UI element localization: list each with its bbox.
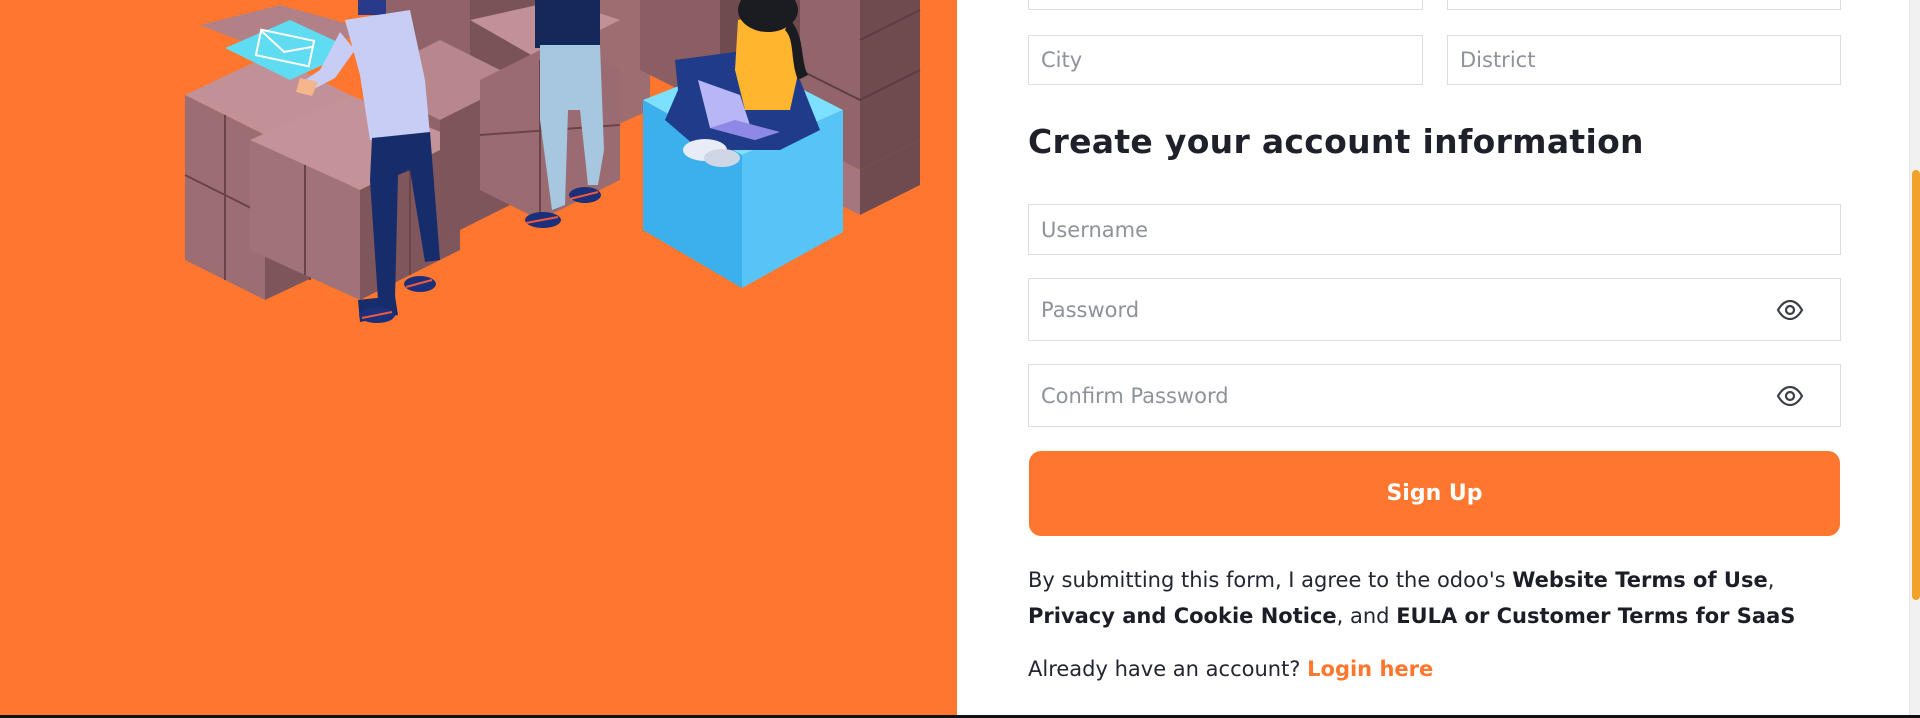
login-prompt-text: Already have an account? xyxy=(1028,657,1308,681)
account-section-title: Create your account information xyxy=(1028,122,1644,161)
address-field-2[interactable] xyxy=(1447,0,1841,10)
sign-up-button[interactable]: Sign Up xyxy=(1029,451,1840,536)
login-link[interactable]: Login here xyxy=(1307,657,1433,681)
scrollbar-thumb[interactable] xyxy=(1912,170,1920,600)
eye-icon xyxy=(1776,300,1804,320)
confirm-password-visibility-toggle[interactable] xyxy=(1773,379,1807,413)
signup-page: Create your account information Sign Up … xyxy=(0,0,1920,715)
eye-icon xyxy=(1776,386,1804,406)
warehouse-illustration xyxy=(184,0,921,323)
password-input[interactable] xyxy=(1028,278,1841,341)
city-input[interactable] xyxy=(1028,35,1423,85)
terms-notice: By submitting this form, I agree to the … xyxy=(1028,562,1858,634)
district-input[interactable] xyxy=(1447,35,1841,85)
terms-prefix: By submitting this form, I agree to the … xyxy=(1028,568,1513,592)
password-visibility-toggle[interactable] xyxy=(1773,293,1807,327)
illustration-panel xyxy=(0,0,957,715)
terms-separator-1: , xyxy=(1767,568,1775,592)
login-prompt: Already have an account? Login here xyxy=(1028,657,1433,681)
privacy-notice-link[interactable]: Privacy and Cookie Notice xyxy=(1028,604,1337,628)
address-field-1[interactable] xyxy=(1028,0,1423,10)
terms-separator-2: , and xyxy=(1336,604,1397,628)
eula-link[interactable]: EULA or Customer Terms for SaaS xyxy=(1396,604,1795,628)
website-terms-link[interactable]: Website Terms of Use xyxy=(1512,568,1767,592)
confirm-password-input[interactable] xyxy=(1028,364,1841,427)
username-input[interactable] xyxy=(1028,204,1841,255)
